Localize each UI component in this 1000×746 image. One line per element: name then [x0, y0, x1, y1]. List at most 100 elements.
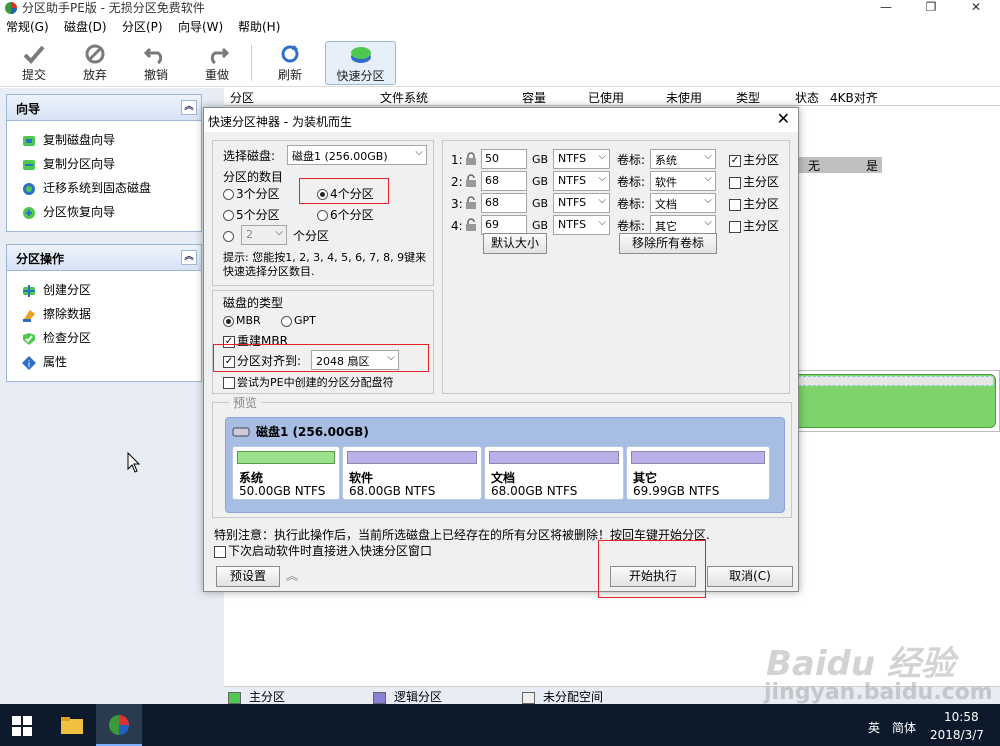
- logical-swatch: [373, 691, 386, 704]
- menu-partition[interactable]: 分区(P): [122, 19, 163, 35]
- partition-size-input[interactable]: 69: [481, 215, 527, 235]
- table-row[interactable]: 无 是: [798, 157, 882, 173]
- disk-icon: [232, 427, 250, 437]
- volume-label-select[interactable]: 文档 ⌵: [650, 193, 716, 213]
- file-explorer-icon[interactable]: [60, 714, 84, 736]
- custom-count-select[interactable]: 2 ⌵: [241, 225, 287, 245]
- minimize-button[interactable]: —: [866, 0, 906, 16]
- commit-label: 提交: [21, 68, 46, 82]
- clock-date[interactable]: 2018/3/7: [930, 728, 984, 742]
- cancel-button[interactable]: 取消(C): [707, 566, 793, 587]
- discard-button[interactable]: 放弃: [69, 41, 121, 85]
- col-capacity[interactable]: 容量: [522, 89, 546, 106]
- checkbox-label: 主分区: [743, 175, 780, 189]
- redo-button[interactable]: 重做: [191, 41, 243, 85]
- windows-start-icon[interactable]: [12, 716, 32, 736]
- op-check-partition[interactable]: 检查分区: [7, 325, 201, 349]
- primary-checkbox[interactable]: 主分区: [729, 218, 779, 234]
- menu-help[interactable]: 帮助(H): [238, 19, 280, 35]
- wizard-item-copy-partition[interactable]: 复制分区向导: [7, 151, 201, 175]
- op-wipe-data[interactable]: 擦除数据: [7, 301, 201, 325]
- next-boot-checkbox[interactable]: 下次启动软件时直接进入快速分区窗口: [214, 543, 432, 559]
- commit-button[interactable]: 提交: [8, 41, 60, 85]
- op-create-partition[interactable]: 创建分区: [7, 277, 201, 301]
- migrate-os-icon: [21, 181, 37, 197]
- close-window-button[interactable]: ✕: [956, 0, 996, 16]
- preview-part-documents[interactable]: 文档 68.00GB NTFS: [484, 446, 624, 500]
- primary-checkbox[interactable]: 主分区: [729, 196, 779, 212]
- filesystem-select[interactable]: NTFS ⌵: [553, 215, 610, 235]
- undo-button[interactable]: 撤销: [130, 41, 182, 85]
- disk-map-bar[interactable]: [798, 370, 1000, 432]
- quick-partition-label: 快速分区: [336, 69, 385, 83]
- col-4k-aligned[interactable]: 4KB对齐: [830, 89, 878, 106]
- preset-button[interactable]: 预设置: [216, 566, 280, 587]
- op-label: 属性: [43, 355, 68, 369]
- menu-wizard[interactable]: 向导(W): [178, 19, 223, 35]
- close-icon[interactable]: ✕: [777, 110, 790, 128]
- volume-label-select[interactable]: 其它 ⌵: [650, 215, 716, 235]
- try-letter-checkbox[interactable]: 尝试为PE中创建的分区分配盘符: [223, 375, 394, 391]
- preview-label: 预览: [229, 395, 262, 411]
- col-type[interactable]: 类型: [736, 89, 760, 106]
- quick-partition-dialog: 快速分区神器 - 为装机而生 ✕ 选择磁盘: 磁盘1 (256.00GB) ⌵ 分…: [203, 107, 799, 598]
- col-filesystem[interactable]: 文件系统: [380, 89, 428, 106]
- expand-up-icon[interactable]: ︽: [286, 567, 298, 584]
- col-unused[interactable]: 未使用: [666, 89, 702, 106]
- remove-all-labels-button[interactable]: 移除所有卷标: [619, 233, 717, 254]
- collapse-up-icon[interactable]: ︽: [181, 100, 197, 115]
- ime-mode[interactable]: 简体: [892, 719, 916, 736]
- maximize-button[interactable]: ❐: [911, 0, 951, 16]
- start-execute-button[interactable]: 开始执行: [610, 566, 696, 587]
- refresh-button[interactable]: 刷新: [264, 41, 316, 85]
- preview-part-other[interactable]: 其它 69.99GB NTFS: [626, 446, 770, 500]
- app-logo-icon: [4, 1, 18, 15]
- lock-icon[interactable]: [465, 174, 479, 188]
- ime-lang[interactable]: 英: [868, 719, 880, 736]
- disk-select[interactable]: 磁盘1 (256.00GB) ⌵: [287, 145, 427, 165]
- menu-general[interactable]: 常规(G): [6, 19, 49, 35]
- volume-label-select[interactable]: 系统 ⌵: [650, 149, 716, 169]
- lock-icon[interactable]: [465, 196, 479, 210]
- partition-size-input[interactable]: 68: [481, 193, 527, 213]
- col-status[interactable]: 状态: [795, 89, 819, 106]
- filesystem-select[interactable]: NTFS ⌵: [553, 171, 610, 191]
- radio-gpt[interactable]: GPT: [281, 313, 316, 329]
- radio-icon: [317, 210, 328, 221]
- lock-icon[interactable]: [465, 152, 479, 166]
- radio-custom-partitions[interactable]: [223, 228, 236, 244]
- primary-checkbox[interactable]: 主分区: [729, 174, 779, 190]
- partition-ops-header: 分区操作 ︽: [7, 245, 201, 271]
- checkbox-icon: [223, 377, 235, 389]
- default-size-button[interactable]: 默认大小: [483, 233, 547, 254]
- op-properties[interactable]: i 属性: [7, 349, 201, 373]
- radio-mbr[interactable]: MBR: [223, 313, 261, 329]
- col-used[interactable]: 已使用: [588, 89, 624, 106]
- filesystem-value: NTFS: [558, 152, 587, 165]
- part-size: 68.00GB NTFS: [349, 484, 436, 498]
- quick-partition-button[interactable]: 快速分区: [325, 41, 396, 85]
- legend-unallocated-label: 未分配空间: [543, 690, 604, 704]
- chevron-down-icon: ⌵: [275, 227, 283, 238]
- legend-unallocated: 未分配空间: [522, 688, 603, 705]
- volume-label-select[interactable]: 软件 ⌵: [650, 171, 716, 191]
- wizard-item-copy-disk[interactable]: 复制磁盘向导: [7, 127, 201, 151]
- partition-size-input[interactable]: 68: [481, 171, 527, 191]
- primary-checkbox[interactable]: ✓ 主分区: [729, 152, 779, 168]
- radio-5-partitions[interactable]: 5个分区: [223, 207, 280, 223]
- collapse-up-icon[interactable]: ︽: [181, 250, 197, 265]
- partition-size-input[interactable]: 50: [481, 149, 527, 169]
- menu-disk[interactable]: 磁盘(D): [64, 19, 107, 35]
- radio-6-partitions[interactable]: 6个分区: [317, 207, 374, 223]
- wizard-item-migrate-ssd[interactable]: 迁移系统到固态磁盘: [7, 175, 201, 199]
- col-partition[interactable]: 分区: [230, 89, 254, 106]
- lock-icon[interactable]: [465, 218, 479, 232]
- preview-part-software[interactable]: 软件 68.00GB NTFS: [342, 446, 482, 500]
- filesystem-select[interactable]: NTFS ⌵: [553, 193, 610, 213]
- filesystem-select[interactable]: NTFS ⌵: [553, 149, 610, 169]
- radio-3-partitions[interactable]: 3个分区: [223, 186, 280, 202]
- preview-part-system[interactable]: 系统 50.00GB NTFS: [232, 446, 340, 500]
- clock-time[interactable]: 10:58: [944, 710, 979, 724]
- taskbar-app-partition-assistant[interactable]: [96, 704, 142, 746]
- wizard-item-partition-recovery[interactable]: 分区恢复向导: [7, 199, 201, 223]
